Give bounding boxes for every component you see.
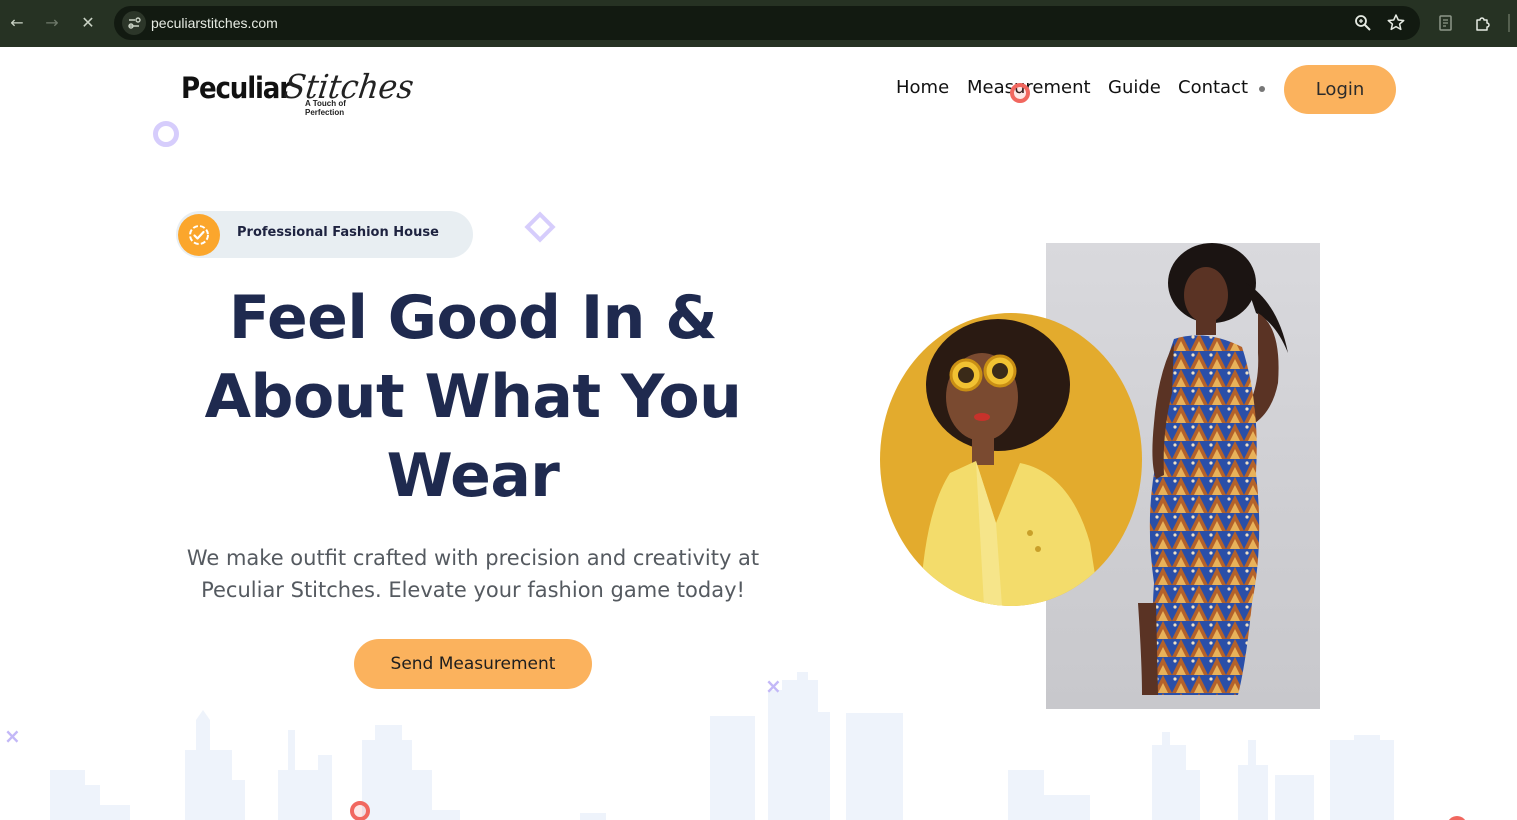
decor-cross: ×	[765, 674, 782, 698]
verified-check-icon	[178, 214, 220, 256]
zoom-icon[interactable]	[1353, 13, 1373, 33]
toolbar-divider	[1508, 14, 1510, 32]
decor-cross: ×	[4, 724, 21, 748]
hero-subtext: We make outfit crafted with precision an…	[170, 542, 776, 606]
login-button[interactable]: Login	[1284, 65, 1396, 114]
subtext-line: We make outfit crafted with precision an…	[186, 546, 760, 570]
send-measurement-button[interactable]: Send Measurement	[354, 639, 592, 689]
subtext-line: Peculiar Stitches. Elevate your fashion …	[201, 578, 745, 602]
badge-label: Professional Fashion House	[237, 225, 439, 240]
mouse-cursor-indicator	[1010, 83, 1030, 103]
headline-line: Feel Good In &	[228, 283, 718, 353]
decor-ring-coral	[350, 801, 370, 820]
nav-home[interactable]: Home	[896, 77, 949, 98]
nav-contact[interactable]: Contact	[1178, 77, 1248, 98]
site-logo[interactable]: Peculiar Stitches A Touch of Perfection	[181, 67, 416, 117]
extensions-icon[interactable]	[1473, 13, 1493, 33]
decor-diamond	[524, 211, 556, 243]
logo-wordmark: Peculiar	[181, 71, 292, 105]
professional-badge: Professional Fashion House	[176, 211, 473, 258]
nav-guide[interactable]: Guide	[1108, 77, 1161, 98]
headline-line: Wear	[386, 441, 560, 511]
back-icon[interactable]: ←	[6, 12, 28, 34]
logo-tagline: A Touch of Perfection	[305, 99, 346, 117]
reading-list-icon[interactable]	[1436, 13, 1456, 33]
forward-icon[interactable]: →	[41, 12, 63, 34]
browser-toolbar: ← → ✕ peculiarstitches.com	[0, 0, 1517, 47]
nav-dot	[1259, 86, 1265, 92]
bookmark-star-icon[interactable]	[1386, 13, 1406, 33]
address-bar[interactable]: peculiarstitches.com	[114, 6, 1420, 40]
headline-line: About What You	[204, 362, 742, 432]
stop-loading-icon[interactable]: ✕	[77, 12, 99, 34]
web-page: × × Peculiar Stitches A Touch of Perfect…	[0, 47, 1517, 820]
url-text[interactable]: peculiarstitches.com	[151, 15, 278, 31]
hero-headline: Feel Good In & About What You Wear	[170, 279, 776, 516]
model-photo-yellow-blazer	[880, 313, 1142, 606]
site-settings-icon[interactable]	[122, 11, 146, 35]
decor-ring	[153, 121, 179, 147]
